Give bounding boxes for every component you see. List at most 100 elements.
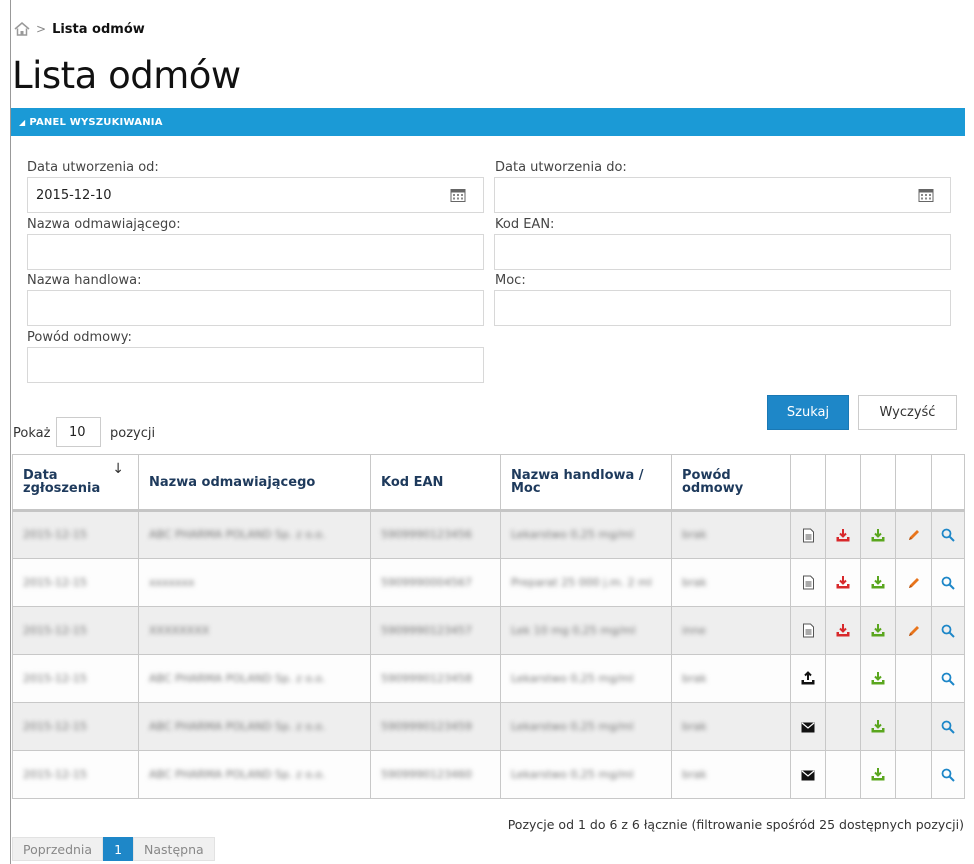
calendar-icon[interactable] xyxy=(450,188,466,202)
column-header-action xyxy=(825,454,861,512)
column-header-name[interactable]: Nazwa odmawiającego xyxy=(138,454,371,512)
reason-input[interactable] xyxy=(27,347,484,383)
strength-input[interactable] xyxy=(494,290,951,326)
table-row[interactable]: 2015-12-15 ABC PHARMA POLAND Sp. z o.o. 59… xyxy=(12,654,965,703)
cell-reason: brak xyxy=(671,654,791,703)
refuser-name-input[interactable] xyxy=(27,234,484,270)
search-icon[interactable] xyxy=(941,671,955,686)
trade-name-input[interactable] xyxy=(27,290,484,326)
action-cell[interactable] xyxy=(825,558,861,607)
action-cell xyxy=(895,702,932,751)
date-from-input[interactable] xyxy=(27,177,484,213)
page-size-select[interactable]: 10 xyxy=(56,417,101,447)
download-red-icon[interactable] xyxy=(835,575,851,589)
search-icon[interactable] xyxy=(941,528,955,542)
upload-black-icon[interactable] xyxy=(800,671,816,685)
download-green-icon[interactable] xyxy=(870,719,886,733)
trade-name-label: Nazwa handlowa: xyxy=(27,273,142,288)
action-cell[interactable] xyxy=(931,510,965,559)
column-header-trade[interactable]: Nazwa handlowa / Moc xyxy=(500,454,672,512)
table-row[interactable]: 2015-12-15 ABC PHARMA POLAND Sp. z o.o. 59… xyxy=(12,702,965,751)
cell-date: 2015-12-15 xyxy=(12,606,139,655)
search-icon[interactable] xyxy=(941,767,955,782)
cell-ean: 5909990123460 xyxy=(370,750,501,799)
action-cell[interactable] xyxy=(790,606,826,655)
cell-ean: 5909990004567 xyxy=(370,558,501,607)
cell-ean-text: 5909990123460 xyxy=(381,767,472,781)
action-cell[interactable] xyxy=(860,702,896,751)
date-to-input[interactable] xyxy=(494,177,951,213)
download-red-icon[interactable] xyxy=(835,528,851,542)
action-cell[interactable] xyxy=(790,702,826,751)
action-cell[interactable] xyxy=(895,510,932,559)
search-icon[interactable] xyxy=(941,623,955,638)
action-cell xyxy=(825,702,861,751)
column-header-ean[interactable]: Kod EAN xyxy=(370,454,501,512)
cell-date-text: 2015-12-15 xyxy=(23,575,87,589)
pager-page-current[interactable]: 1 xyxy=(103,837,134,861)
action-cell[interactable] xyxy=(895,558,932,607)
download-green-icon[interactable] xyxy=(870,528,886,542)
document-icon[interactable] xyxy=(802,623,815,638)
cell-reason-text: brak xyxy=(682,528,707,541)
search-button[interactable]: Szukaj xyxy=(767,395,849,430)
action-cell[interactable] xyxy=(860,750,896,799)
cell-trade: Lekarstwo 0,25 mg/ml xyxy=(500,750,672,799)
clear-button[interactable]: Wyczyść xyxy=(858,395,957,430)
document-icon[interactable] xyxy=(802,575,815,590)
search-panel-header[interactable]: ◢ PANEL WYSZUKIWANIA xyxy=(11,108,965,136)
action-cell[interactable] xyxy=(931,558,965,607)
action-cell[interactable] xyxy=(790,750,826,799)
action-cell[interactable] xyxy=(790,654,826,703)
cell-ean: 5909990123456 xyxy=(370,510,501,559)
action-cell[interactable] xyxy=(860,558,896,607)
edit-pencil-icon[interactable] xyxy=(907,623,921,637)
action-cell[interactable] xyxy=(931,750,965,799)
action-cell[interactable] xyxy=(860,510,896,559)
action-cell[interactable] xyxy=(825,510,861,559)
edit-pencil-icon[interactable] xyxy=(907,575,921,589)
cell-date: 2015-12-15 xyxy=(12,750,139,799)
download-green-icon[interactable] xyxy=(870,671,886,685)
page-size-suffix: pozycji xyxy=(110,426,156,441)
action-cell[interactable] xyxy=(825,606,861,655)
cell-ean-text: 5909990004567 xyxy=(381,575,472,589)
action-cell[interactable] xyxy=(860,606,896,655)
envelope-icon[interactable] xyxy=(801,768,815,782)
date-from-label: Data utworzenia od: xyxy=(27,160,159,175)
download-green-icon[interactable] xyxy=(870,767,886,781)
action-cell[interactable] xyxy=(895,606,932,655)
cell-date-text: 2015-12-15 xyxy=(23,719,87,733)
download-green-icon[interactable] xyxy=(870,575,886,589)
search-icon[interactable] xyxy=(941,575,955,590)
column-header-action xyxy=(931,454,965,512)
cell-reason-text: brak xyxy=(682,575,707,589)
calendar-icon[interactable] xyxy=(918,188,934,202)
table-row[interactable]: 2015-12-15 ABC PHARMA POLAND Sp. z o.o. 59… xyxy=(12,750,965,799)
cell-name-text: ABC PHARMA POLAND Sp. z o.o. xyxy=(149,528,326,541)
action-cell[interactable] xyxy=(931,654,965,703)
download-red-icon[interactable] xyxy=(835,623,851,637)
column-header-reason[interactable]: Powód odmowy xyxy=(671,454,791,512)
download-green-icon[interactable] xyxy=(870,623,886,637)
cell-trade: Lekarstwo 0,25 mg/ml xyxy=(500,654,672,703)
envelope-icon[interactable] xyxy=(801,720,815,734)
table-row[interactable]: 2015-12-15 xxxxxxx 5909990004567 Preparat 2… xyxy=(12,558,965,607)
home-icon[interactable] xyxy=(14,22,30,36)
action-cell[interactable] xyxy=(931,606,965,655)
column-header-date[interactable]: ↓ Data zgłoszenia xyxy=(12,454,139,512)
action-cell[interactable] xyxy=(860,654,896,703)
ean-input[interactable] xyxy=(494,234,951,270)
search-icon[interactable] xyxy=(941,719,955,734)
action-cell[interactable] xyxy=(790,558,826,607)
table-row[interactable]: 2015-12-15 ABC PHARMA POLAND Sp. z o.o. 59… xyxy=(12,510,965,559)
table-row[interactable]: 2015-12-15 XXXXXXXX 5909990123457 Lek 10 mg… xyxy=(12,606,965,655)
document-icon[interactable] xyxy=(802,528,815,542)
cell-ean-text: 5909990123456 xyxy=(381,528,472,541)
action-cell[interactable] xyxy=(931,702,965,751)
pager-next-button[interactable]: Następna xyxy=(133,837,215,861)
pager-prev-button[interactable]: Poprzednia xyxy=(12,837,104,861)
edit-pencil-icon[interactable] xyxy=(907,528,921,542)
action-cell[interactable] xyxy=(790,510,826,559)
cell-ean-text: 5909990123459 xyxy=(381,719,472,733)
